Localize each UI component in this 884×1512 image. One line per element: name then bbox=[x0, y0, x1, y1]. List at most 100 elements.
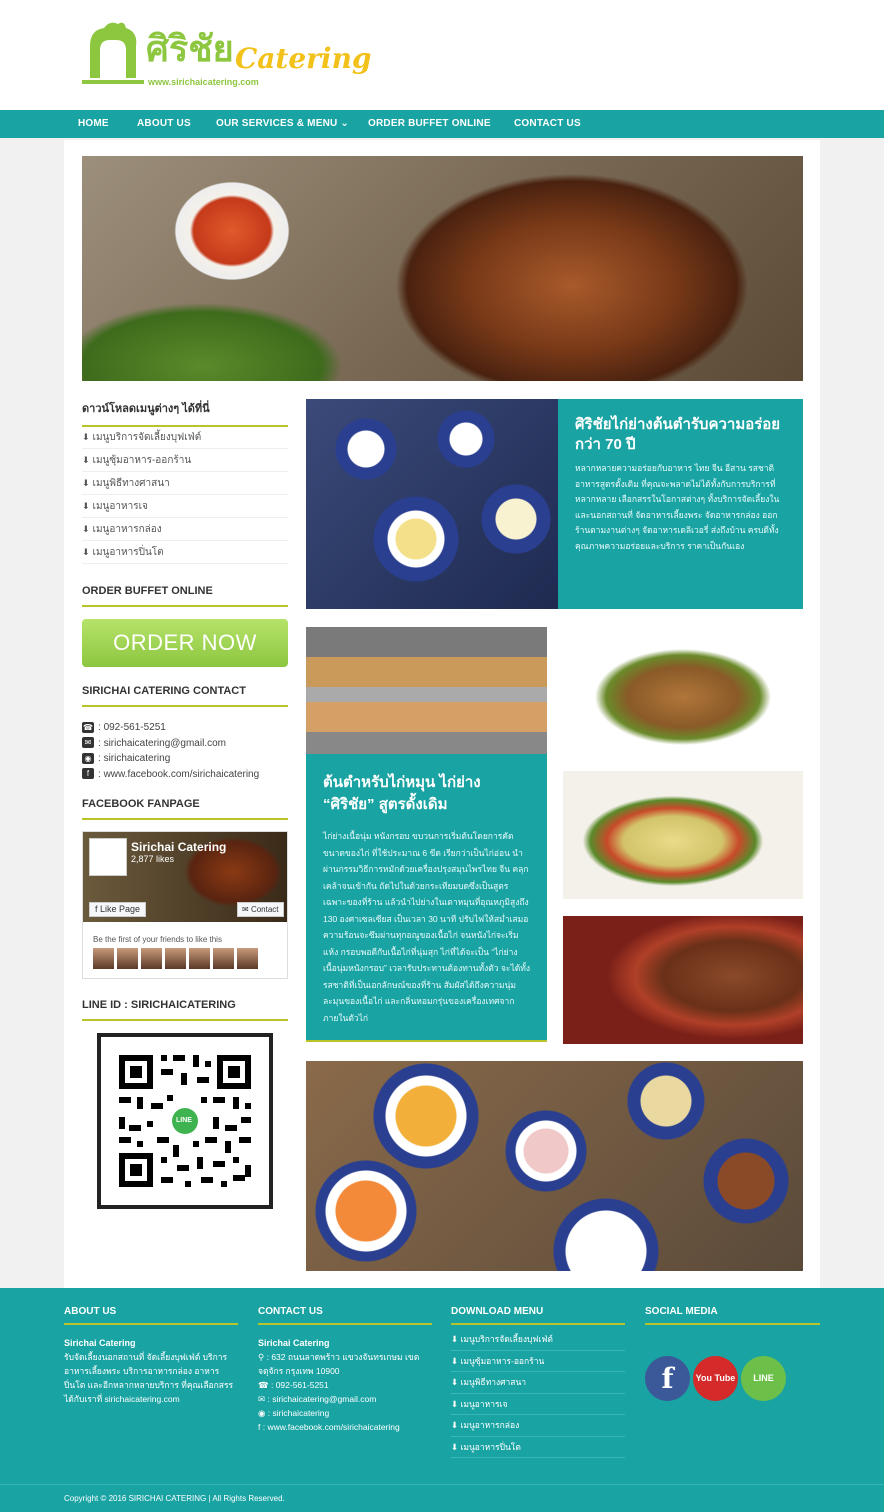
phone-icon: ☎ bbox=[258, 1380, 271, 1390]
contact-facebook[interactable]: f: www.facebook.com/sirichaicatering bbox=[82, 767, 288, 783]
facebook-page-avatar[interactable] bbox=[89, 838, 127, 876]
footer-about-heading: ABOUT US bbox=[64, 1306, 238, 1325]
line-icon: ◉ bbox=[258, 1408, 268, 1418]
larb-dish-image bbox=[563, 627, 803, 755]
facebook-like-page-button[interactable]: f Like Page bbox=[89, 902, 147, 917]
download-icon: ⬇ bbox=[82, 501, 90, 511]
buffet-line-image bbox=[306, 627, 547, 754]
phone-icon: ☎ bbox=[82, 721, 94, 733]
rooster-logo-icon bbox=[82, 22, 144, 84]
facebook-page-name[interactable]: Sirichai Catering bbox=[131, 840, 226, 854]
line-social-icon[interactable]: LINE bbox=[741, 1356, 786, 1401]
chicken-story-text: ไก่ย่างเนื้อนุ่ม หนังกรอบ ขบวนการเริ่มต้… bbox=[323, 831, 531, 1023]
footer-about-text: รับจัดเลี้ยงนอกสถานที่ จัดเลี้ยงบุฟเฟ่ต์… bbox=[64, 1352, 234, 1404]
facebook-social-icon[interactable]: f bbox=[645, 1356, 690, 1401]
email-icon: ✉ bbox=[258, 1394, 268, 1404]
footer-download-heading: DOWNLOAD MENU bbox=[451, 1306, 625, 1325]
footer-about-name: Sirichai Catering bbox=[64, 1338, 136, 1348]
chicken-story-title: ต้นตำหรับไก่หมุน ไก่ย่าง “ศิริชัย” สูตรด… bbox=[323, 774, 481, 813]
avatar[interactable] bbox=[117, 948, 138, 969]
facebook-page-widget: Sirichai Catering 2,877 likes f Like Pag… bbox=[82, 831, 288, 979]
youtube-social-icon[interactable]: You Tube bbox=[693, 1356, 738, 1401]
download-menu-heading: ดาวน์โหลดเมนูต่างๆ ได้ที่นี่ bbox=[82, 399, 288, 427]
email-icon: ✉ bbox=[82, 737, 94, 749]
logo-english-text: Catering bbox=[235, 42, 372, 75]
download-item[interactable]: ⬇ เมนูซุ้มอาหาร-ออกร้าน bbox=[82, 449, 288, 472]
footer-download-item[interactable]: ⬇ เมนูอาหารเจ bbox=[451, 1394, 625, 1415]
facebook-contact-button[interactable]: ✉ Contact bbox=[237, 902, 284, 917]
feature-text: หลากหลายความอร่อยกับอาหาร ไทย จีน อีสาน … bbox=[575, 463, 780, 551]
footer-download-menu: DOWNLOAD MENU ⬇ เมนูบริการจัดเลี้ยงบุฟเฟ… bbox=[451, 1306, 625, 1458]
download-icon: ⬇ bbox=[82, 432, 90, 442]
facebook-icon: f bbox=[258, 1422, 263, 1432]
facebook-fanpage-heading: FACEBOOK FANPAGE bbox=[82, 798, 288, 820]
copyright-text: Copyright © 2016 SIRICHAI CATERING | All… bbox=[64, 1494, 285, 1503]
footer-contact: CONTACT US Sirichai Catering ⚲ : 632 ถนน… bbox=[258, 1306, 432, 1434]
contact-line: ◉: sirichaicatering bbox=[82, 751, 288, 767]
download-item[interactable]: ⬇ เมนูบริการจัดเลี้ยงบุฟเฟ่ต์ bbox=[82, 426, 288, 449]
order-now-button[interactable]: ORDER NOW bbox=[82, 619, 288, 667]
facebook-icon: f bbox=[82, 768, 94, 780]
footer-download-item[interactable]: ⬇ เมนูซุ้มอาหาร-ออกร้าน bbox=[451, 1351, 625, 1372]
download-item[interactable]: ⬇ เมนูอาหารเจ bbox=[82, 495, 288, 518]
thai-dishes-image bbox=[306, 399, 558, 609]
contact-email[interactable]: ✉: sirichaicatering@gmail.com bbox=[82, 736, 288, 752]
avatar[interactable] bbox=[237, 948, 258, 969]
nav-order-buffet[interactable]: ORDER BUFFET ONLINE bbox=[368, 110, 491, 138]
avatar[interactable] bbox=[165, 948, 186, 969]
feature-title: ศิริชัยไก่ย่างต้นตำรับความอร่อย กว่า 70 … bbox=[575, 416, 781, 453]
line-badge-text: LINE bbox=[176, 1117, 192, 1124]
footer-email[interactable]: ✉ : sirichaicatering@gmail.com bbox=[258, 1392, 432, 1406]
download-item[interactable]: ⬇ เมนูอาหารปิ่นโต bbox=[82, 541, 288, 564]
contact-phone: ☎: 092-561-5251 bbox=[82, 721, 166, 733]
contact-list: ☎: 092-561-5251 ✉: sirichaicatering@gmai… bbox=[82, 720, 288, 782]
footer-social: SOCIAL MEDIA f You Tube LINE bbox=[645, 1306, 820, 1401]
avatar[interactable] bbox=[189, 948, 210, 969]
order-buffet-heading: ORDER BUFFET ONLINE bbox=[82, 585, 288, 607]
site-footer: ABOUT US Sirichai Catering รับจัดเลี้ยงน… bbox=[0, 1288, 884, 1484]
download-item[interactable]: ⬇ เมนูพิธีทางศาสนา bbox=[82, 472, 288, 495]
avatar[interactable] bbox=[213, 948, 234, 969]
download-icon: ⬇ bbox=[82, 524, 90, 534]
download-menu-list: ⬇ เมนูบริการจัดเลี้ยงบุฟเฟ่ต์ ⬇ เมนูซุ้มอา… bbox=[82, 426, 288, 564]
nav-services-menu[interactable]: OUR SERVICES & MENU ⌄ bbox=[216, 110, 349, 138]
facebook-friend-faces bbox=[93, 948, 261, 974]
chicken-story-panel: ต้นตำหรับไก่หมุน ไก่ย่าง “ศิริชัย” สูตรด… bbox=[306, 754, 547, 1042]
contact-heading: SIRICHAI CATERING CONTACT bbox=[82, 685, 288, 707]
download-icon: ⬇ bbox=[82, 478, 90, 488]
avatar[interactable] bbox=[141, 948, 162, 969]
footer-download-item[interactable]: ⬇ เมนูอาหารกล่อง bbox=[451, 1415, 625, 1437]
download-item[interactable]: ⬇ เมนูอาหารกล่อง bbox=[82, 518, 288, 541]
facebook-cover-image: Sirichai Catering 2,877 likes f Like Pag… bbox=[83, 832, 287, 922]
avatar[interactable] bbox=[93, 948, 114, 969]
nav-home[interactable]: HOME bbox=[78, 110, 109, 138]
site-header: ศิริชัย Catering www.sirichaicatering.co… bbox=[0, 0, 884, 110]
feature-panel: ศิริชัยไก่ย่างต้นตำรับความอร่อย กว่า 70 … bbox=[558, 399, 803, 609]
footer-contact-heading: CONTACT US bbox=[258, 1306, 432, 1325]
papaya-salad-image bbox=[563, 771, 803, 899]
email-icon: ✉ bbox=[242, 905, 251, 914]
footer-social-heading: SOCIAL MEDIA bbox=[645, 1306, 820, 1325]
footer-download-item[interactable]: ⬇ เมนูอาหารปิ่นโต bbox=[451, 1437, 625, 1458]
thai-set-meal-image bbox=[306, 1061, 803, 1271]
nav-about-us[interactable]: ABOUT US bbox=[137, 110, 191, 138]
footer-address: ⚲ : 632 ถนนลาดพร้าว แขวงจันทรเกษม เขตจตุ… bbox=[258, 1352, 420, 1376]
logo-thai-text: ศิริชัย bbox=[146, 29, 234, 70]
footer-download-item[interactable]: ⬇ เมนูบริการจัดเลี้ยงบุฟเฟ่ต์ bbox=[451, 1329, 625, 1351]
line-id-heading: LINE ID : SIRICHAICATERING bbox=[82, 999, 288, 1021]
nav-contact-us[interactable]: CONTACT US bbox=[514, 110, 581, 138]
footer-phone: ☎ : 092-561-5251 bbox=[258, 1380, 329, 1390]
main-nav: HOME ABOUT US OUR SERVICES & MENU ⌄ ORDE… bbox=[0, 110, 884, 138]
site-logo[interactable]: ศิริชัย Catering www.sirichaicatering.co… bbox=[80, 16, 372, 92]
footer-download-item[interactable]: ⬇ เมนูพิธีทางศาสนา bbox=[451, 1372, 625, 1394]
facebook-first-friends-text: Be the first of your friends to like thi… bbox=[93, 935, 222, 944]
download-icon: ⬇ bbox=[82, 455, 90, 465]
footer-contact-name: Sirichai Catering bbox=[258, 1338, 330, 1348]
grilled-pork-image bbox=[563, 916, 803, 1044]
download-icon: ⬇ bbox=[82, 547, 90, 557]
location-icon: ⚲ bbox=[258, 1352, 267, 1362]
logo-url: www.sirichaicatering.com bbox=[148, 77, 259, 87]
facebook-likes-count: 2,877 likes bbox=[131, 854, 175, 864]
footer-facebook[interactable]: f : www.facebook.com/sirichaicatering bbox=[258, 1420, 432, 1434]
hero-banner-grilled-chicken bbox=[82, 156, 803, 381]
